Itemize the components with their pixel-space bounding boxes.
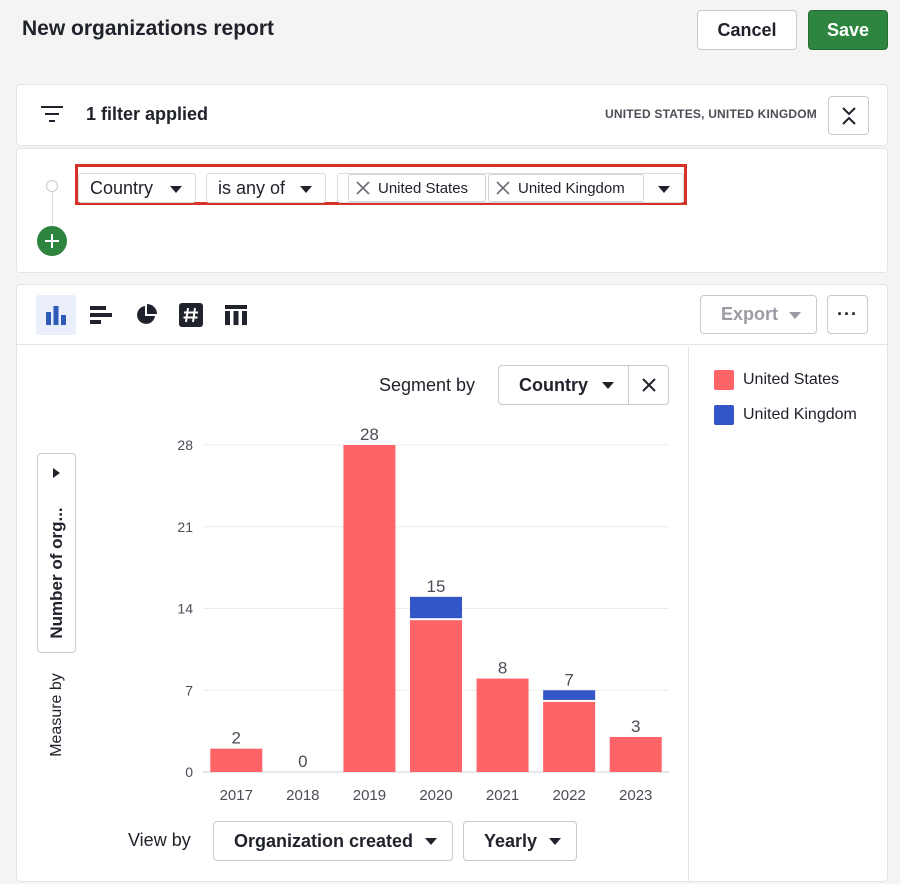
bar-segment	[543, 701, 596, 772]
bar-segment	[609, 736, 662, 772]
x-tick-label: 2020	[419, 787, 452, 804]
page-title: New organizations report	[22, 17, 275, 40]
x-tick-label: 2023	[619, 787, 652, 804]
chevron-down-icon	[789, 312, 801, 319]
data-label: 2	[232, 729, 241, 748]
data-label: 8	[498, 659, 507, 678]
y-tick-label: 14	[177, 601, 193, 617]
rule-connector	[52, 192, 53, 230]
chevron-down-icon	[300, 186, 312, 193]
filter-operator-label: is any of	[218, 177, 286, 198]
plus-icon	[45, 234, 59, 248]
more-options-button[interactable]: ···	[827, 295, 868, 334]
filter-field-label: Country	[90, 177, 154, 198]
rule-dot	[46, 180, 58, 192]
export-label: Export	[721, 304, 779, 324]
filter-header: 1 filter applied UNITED STATES, UNITED K…	[16, 84, 888, 146]
view-by-interval-value: Yearly	[484, 830, 538, 851]
chip-label: United States	[378, 179, 469, 197]
y-tick-label: 28	[177, 437, 193, 453]
filter-rule-highlight: Country is any of United States United K…	[75, 164, 687, 205]
view-by-field-select[interactable]: Organization created	[213, 821, 453, 861]
bar-segment	[343, 445, 396, 772]
save-button[interactable]: Save	[808, 10, 888, 50]
view-by-interval-select[interactable]: Yearly	[463, 821, 577, 861]
filter-summary: UNITED STATES, UNITED KINGDOM	[604, 107, 817, 121]
filter-operator-select[interactable]: is any of	[206, 173, 326, 203]
bar-segment	[476, 678, 529, 772]
filter-rules: Country is any of United States United K…	[16, 148, 888, 273]
bar-segment	[410, 596, 462, 619]
chevron-down-icon	[170, 186, 182, 193]
x-tick-label: 2022	[552, 787, 585, 804]
legend-label: United States	[743, 371, 840, 388]
bar-segment	[410, 620, 462, 772]
filter-count: 1 filter applied	[86, 104, 209, 124]
filter-icon[interactable]	[40, 104, 64, 124]
chip-label: United Kingdom	[518, 179, 625, 197]
collapse-icon	[841, 106, 856, 125]
legend-label: United Kingdom	[743, 406, 857, 423]
remove-icon[interactable]	[356, 181, 370, 195]
view-by-label: View by	[128, 830, 191, 850]
chevron-down-icon	[549, 838, 561, 845]
data-label: 28	[360, 425, 379, 444]
filter-field-select[interactable]: Country	[78, 173, 196, 203]
view-by-field-value: Organization created	[234, 830, 414, 851]
cancel-button[interactable]: Cancel	[697, 10, 797, 50]
bar-segment	[543, 690, 596, 700]
legend-swatch	[714, 405, 734, 425]
data-label: 7	[564, 670, 573, 689]
column-chart: 0 7 14 21 28 2 2017 0 2018 28 2019 15 2020 8 2021 7 2022…	[177, 425, 669, 804]
y-tick-label: 7	[185, 682, 193, 698]
filter-value-chip[interactable]: United Kingdom	[488, 174, 644, 202]
y-tick-label: 0	[185, 764, 193, 780]
x-tick-label: 2019	[353, 787, 386, 804]
add-filter-button[interactable]	[37, 226, 67, 256]
filter-value-chip[interactable]: United States	[348, 174, 486, 202]
data-label: 3	[631, 717, 640, 736]
x-tick-label: 2021	[486, 787, 519, 804]
data-label: 15	[427, 577, 446, 596]
data-label: 0	[298, 752, 307, 771]
x-tick-label: 2017	[220, 787, 253, 804]
bar-segment	[210, 748, 263, 772]
x-tick-label: 2018	[286, 787, 319, 804]
chevron-down-icon	[425, 838, 437, 845]
chart-legend: United States United Kingdom	[688, 346, 887, 881]
y-tick-label: 21	[177, 519, 193, 535]
legend-item[interactable]: United States	[714, 370, 839, 390]
export-button[interactable]: Export	[700, 295, 817, 334]
legend-item[interactable]: United Kingdom	[714, 405, 857, 425]
collapse-filters-button[interactable]	[828, 96, 869, 135]
legend-swatch	[714, 370, 734, 390]
report-panel: Export ··· United States United Kingdom …	[16, 284, 888, 882]
chevron-down-icon	[658, 186, 670, 193]
remove-icon[interactable]	[496, 181, 510, 195]
